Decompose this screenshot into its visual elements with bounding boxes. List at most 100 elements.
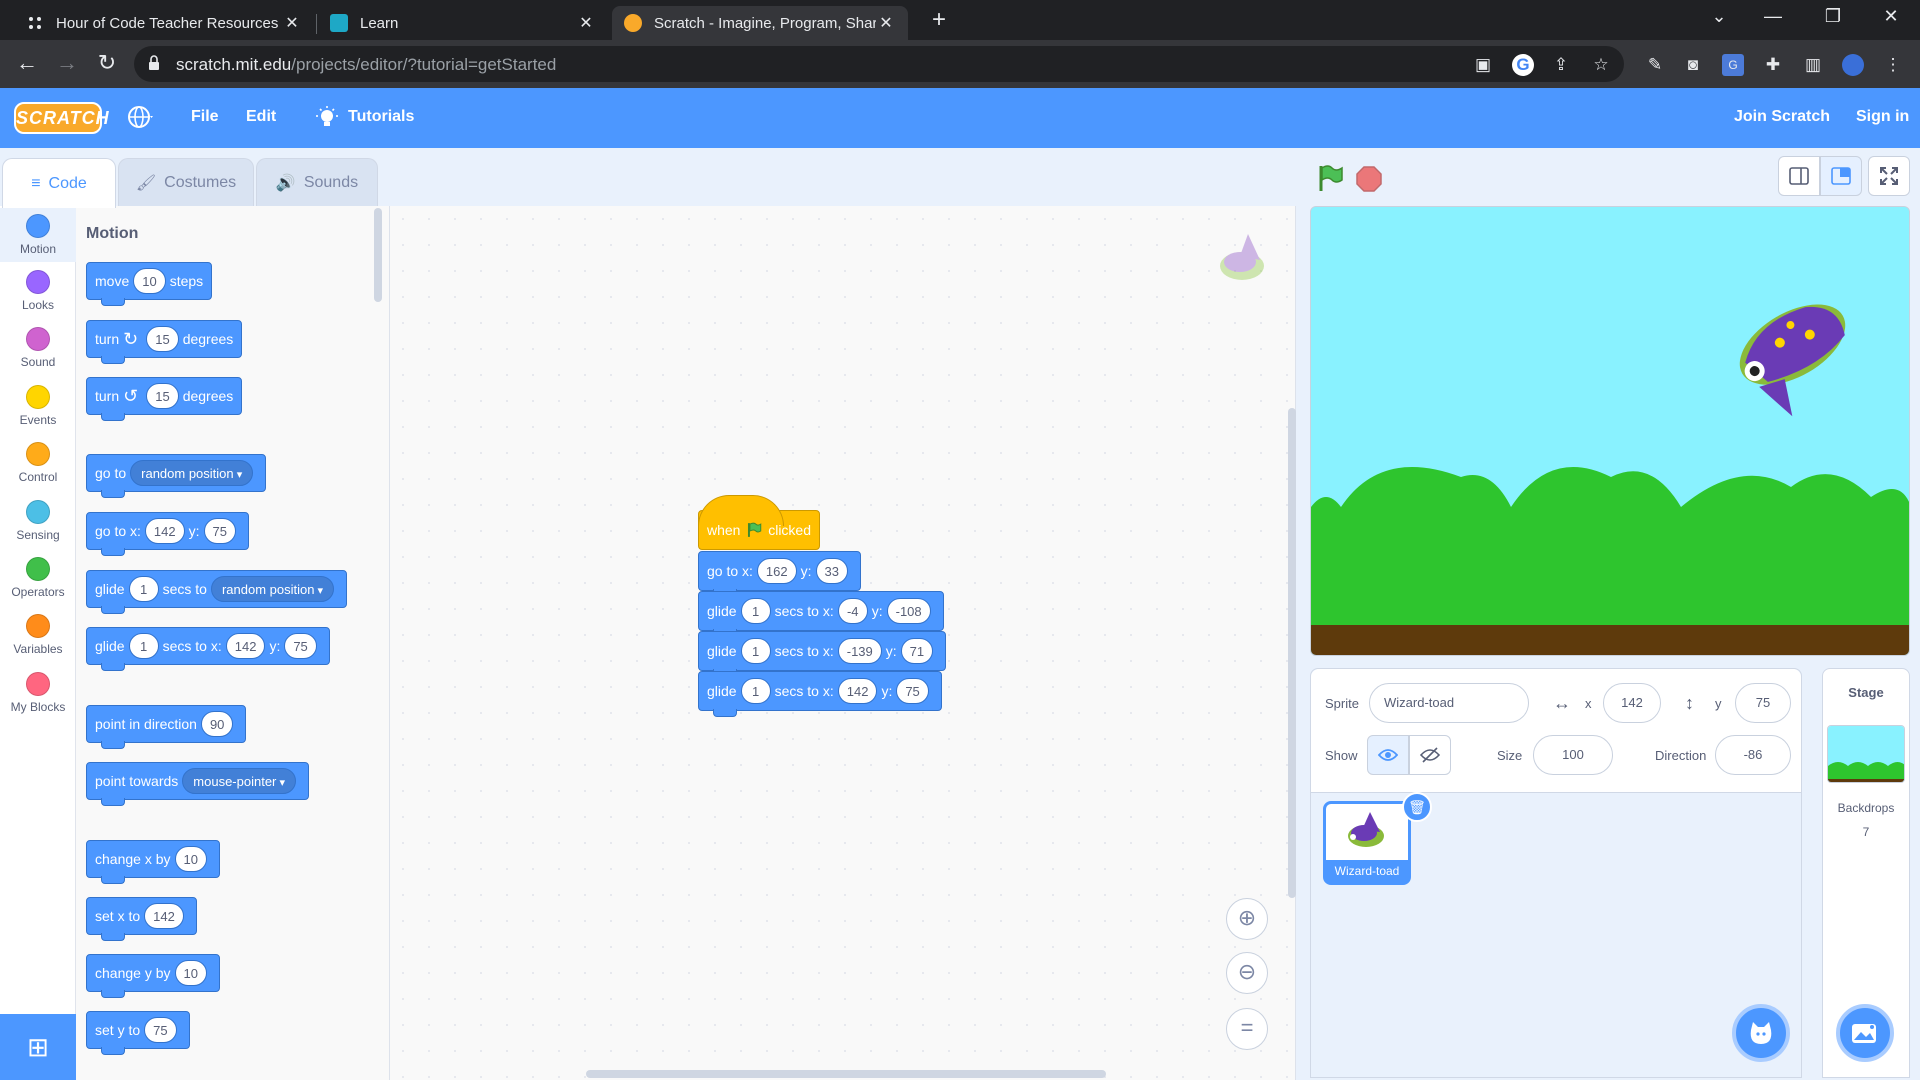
join-scratch-link[interactable]: Join Scratch <box>1734 108 1830 126</box>
block-glide-to[interactable]: glide 1 secs to random position <box>86 570 348 614</box>
block-go-to[interactable]: go to random position <box>86 454 267 498</box>
block-point-in-direction[interactable]: point in direction 90 <box>86 705 247 749</box>
stage-thumbnail[interactable] <box>1827 725 1905 783</box>
add-extension-button[interactable]: ⊞ <box>0 1014 76 1080</box>
large-stage-button[interactable] <box>1820 156 1862 196</box>
category-control[interactable]: Control <box>0 442 76 484</box>
script-block-go-to-xy[interactable]: go to x: 162 y: 33 <box>698 551 861 597</box>
block-dropdown[interactable]: random position <box>130 460 254 486</box>
stop-button[interactable] <box>1356 166 1382 192</box>
block-input[interactable]: 15 <box>146 326 179 352</box>
category-motion[interactable]: Motion <box>0 208 76 262</box>
close-icon[interactable]: ✕ <box>576 13 596 33</box>
block-go-to-xy[interactable]: go to x: 142 y: 75 <box>86 512 249 556</box>
block-input[interactable]: 10 <box>174 846 207 872</box>
choose-backdrop-button[interactable] <box>1836 1004 1894 1062</box>
category-events[interactable]: Events <box>0 385 76 427</box>
extension-pen-icon[interactable]: ✎ <box>1644 54 1666 76</box>
sprite-thumbnail[interactable]: Wizard-toad 🗑 <box>1323 792 1432 885</box>
minimize-icon[interactable]: — <box>1758 6 1788 27</box>
restore-icon[interactable]: ❐ <box>1818 6 1848 27</box>
address-bar[interactable]: scratch.mit.edu/projects/editor/?tutoria… <box>134 46 1624 82</box>
tutorials-menu[interactable]: Tutorials <box>348 108 414 126</box>
category-operators[interactable]: Operators <box>0 557 76 599</box>
fullscreen-button[interactable] <box>1868 156 1910 196</box>
language-globe-icon[interactable] <box>128 104 154 130</box>
forward-icon[interactable]: → <box>52 50 82 76</box>
block-input[interactable]: 33 <box>815 558 848 584</box>
block-input[interactable]: 1 <box>740 598 771 624</box>
share-icon[interactable]: ⇪ <box>1550 54 1572 76</box>
block-set-x[interactable]: set x to 142 <box>86 897 197 941</box>
tab-code[interactable]: ≡ Code <box>2 158 116 208</box>
extensions-puzzle-icon[interactable]: ✚ <box>1762 54 1784 76</box>
script-block-glide-1[interactable]: glide 1 secs to x: -4 y: -108 <box>698 591 944 637</box>
block-point-towards[interactable]: point towards mouse-pointer <box>86 762 309 806</box>
block-input[interactable]: 1 <box>128 576 159 602</box>
scratch-logo[interactable]: SCRATCH <box>14 102 109 134</box>
size-input[interactable]: 100 <box>1533 735 1613 775</box>
block-input[interactable]: 142 <box>225 633 266 659</box>
block-move-steps[interactable]: move 10 steps <box>86 262 213 306</box>
translate-icon[interactable]: G <box>1722 54 1744 76</box>
google-icon[interactable]: G <box>1512 54 1534 76</box>
block-input[interactable]: 1 <box>740 678 771 704</box>
block-input[interactable]: 90 <box>200 711 234 737</box>
block-turn-right[interactable]: turn ↻ 15 degrees <box>86 320 243 364</box>
category-sensing[interactable]: Sensing <box>0 500 76 542</box>
tab-sounds[interactable]: 🔊 Sounds <box>256 158 378 206</box>
block-input[interactable]: -139 <box>837 638 882 664</box>
block-input[interactable]: 1 <box>128 633 159 659</box>
block-input[interactable]: 10 <box>133 268 166 294</box>
block-input[interactable]: -108 <box>886 598 931 624</box>
block-input[interactable]: 75 <box>896 678 929 704</box>
x-position-input[interactable]: 142 <box>1603 683 1661 723</box>
window-close-icon[interactable]: ✕ <box>1876 6 1906 27</box>
block-change-y[interactable]: change y by 10 <box>86 954 220 998</box>
back-icon[interactable]: ← <box>12 50 42 76</box>
tab-costumes[interactable]: 🖌 Costumes <box>118 158 254 206</box>
direction-input[interactable]: -86 <box>1715 735 1791 775</box>
menu-kebab-icon[interactable]: ⋮ <box>1882 54 1904 76</box>
profile-avatar[interactable] <box>1842 54 1864 76</box>
browser-tab-hour-of-code[interactable]: Hour of Code Teacher Resources ✕ <box>14 6 314 40</box>
choose-sprite-button[interactable] <box>1732 1004 1790 1062</box>
block-input[interactable]: 71 <box>900 638 934 664</box>
block-turn-left[interactable]: turn ↺ 15 degrees <box>86 377 243 421</box>
script-block-glide-2[interactable]: glide 1 secs to x: -139 y: 71 <box>698 631 947 677</box>
side-panel-icon[interactable]: ▥ <box>1802 54 1824 76</box>
block-input[interactable]: 162 <box>756 558 797 584</box>
sign-in-link[interactable]: Sign in <box>1856 108 1909 126</box>
block-dropdown[interactable]: mouse-pointer <box>182 768 296 794</box>
block-input[interactable]: 10 <box>174 960 207 986</box>
sprite-name-input[interactable]: Wizard-toad <box>1369 683 1529 723</box>
script-horizontal-scrollbar[interactable] <box>586 1070 1106 1078</box>
tab-search-icon[interactable]: ⌄ <box>1704 6 1734 27</box>
category-sound[interactable]: Sound <box>0 327 76 369</box>
screenshot-icon[interactable]: ◙ <box>1682 54 1704 76</box>
edit-menu[interactable]: Edit <box>246 108 276 126</box>
browser-tab-learn[interactable]: Learn ✕ <box>318 6 608 40</box>
block-input[interactable]: 142 <box>144 903 184 929</box>
block-input[interactable]: 75 <box>144 1017 177 1043</box>
category-variables[interactable]: Variables <box>0 614 76 656</box>
block-glide-to-xy[interactable]: glide 1 secs to x: 142 y: 75 <box>86 627 330 671</box>
bookmark-star-icon[interactable]: ☆ <box>1590 54 1612 76</box>
block-input[interactable]: 15 <box>146 383 179 409</box>
file-menu[interactable]: File <box>191 108 219 126</box>
stage-canvas[interactable] <box>1310 206 1910 656</box>
zoom-reset-button[interactable]: = <box>1226 1008 1268 1050</box>
camera-blocked-icon[interactable]: ▣ <box>1472 54 1494 76</box>
block-input[interactable]: 142 <box>837 678 878 704</box>
close-icon[interactable]: ✕ <box>282 13 302 33</box>
zoom-in-button[interactable]: ⊕ <box>1226 898 1268 940</box>
browser-tab-scratch[interactable]: Scratch - Imagine, Program, Share ✕ <box>612 6 908 40</box>
reload-icon[interactable]: ↻ <box>92 50 122 76</box>
show-visible-button[interactable] <box>1367 735 1409 775</box>
y-position-input[interactable]: 75 <box>1735 683 1791 723</box>
block-input[interactable]: 1 <box>740 638 771 664</box>
palette-scrollbar[interactable] <box>374 208 382 302</box>
small-stage-button[interactable] <box>1778 156 1820 196</box>
block-input[interactable]: 142 <box>144 518 185 544</box>
category-my-blocks[interactable]: My Blocks <box>0 672 76 714</box>
